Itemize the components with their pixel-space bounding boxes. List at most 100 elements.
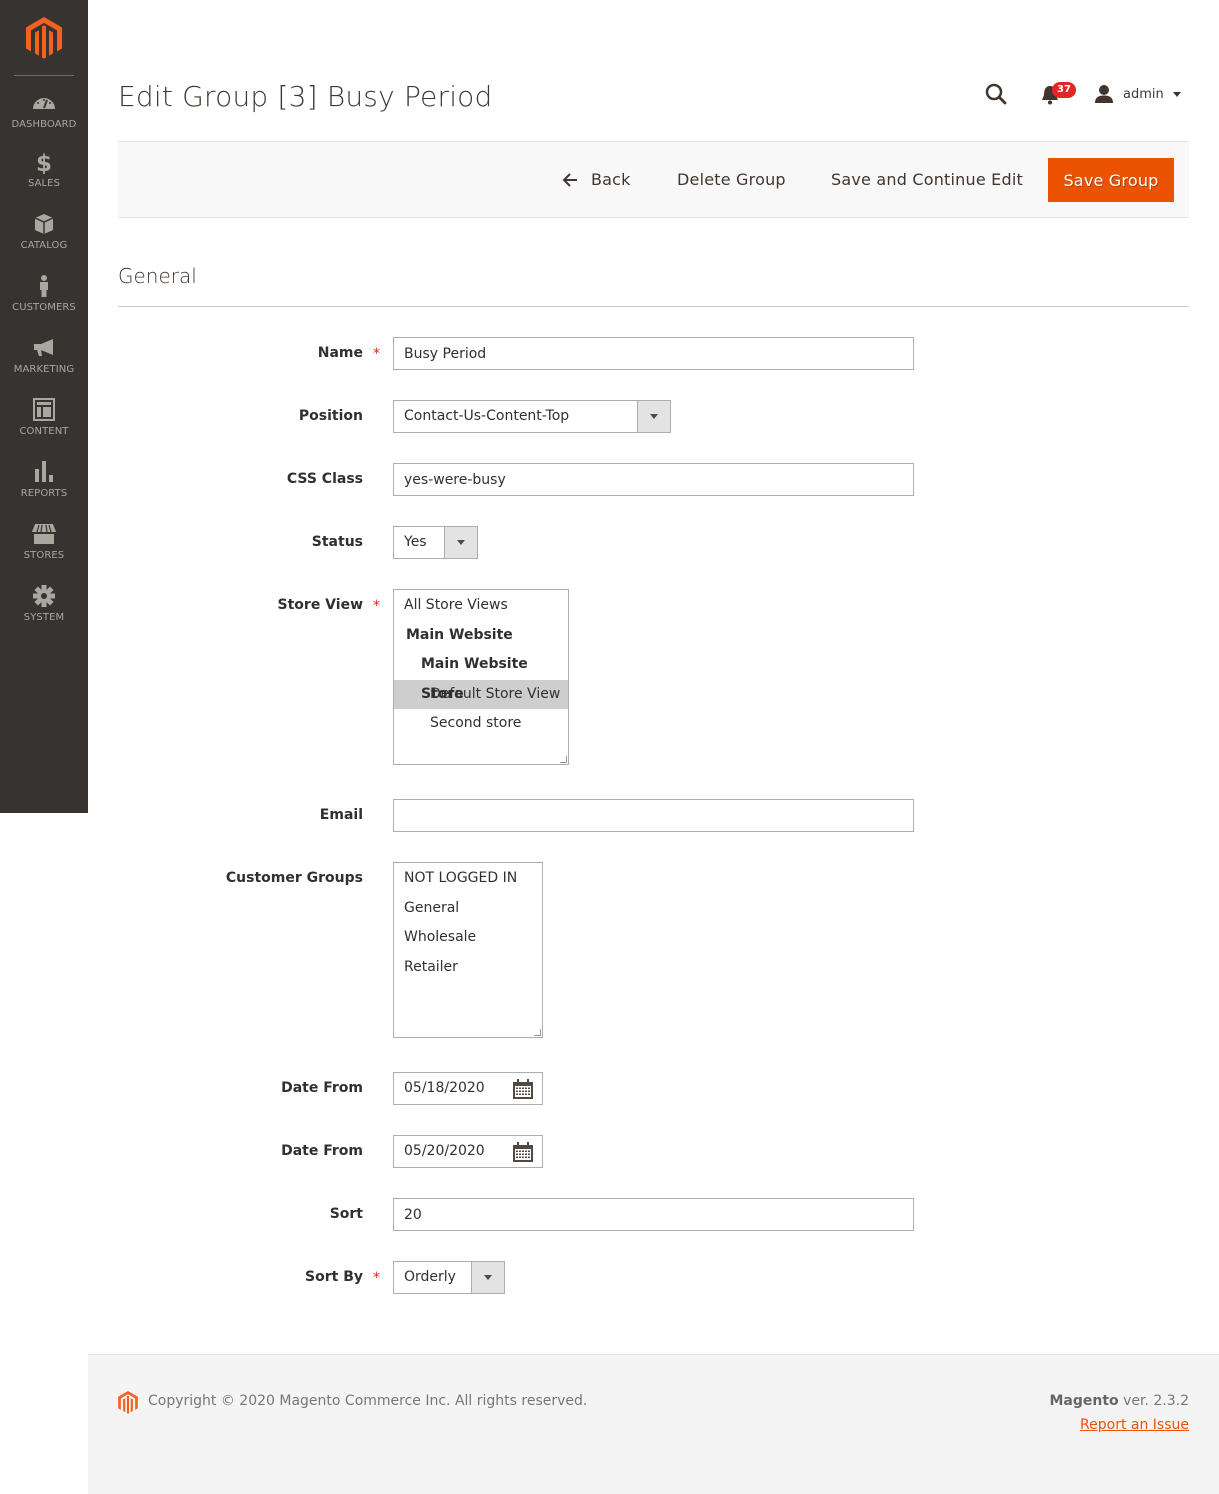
- calendar-icon[interactable]: [512, 1078, 534, 1100]
- box-icon: [34, 214, 54, 234]
- page-actions-bar: Back Delete Group Save and Continue Edit…: [118, 141, 1189, 218]
- customer-groups-label: Customer Groups: [225, 870, 363, 886]
- back-button-label: Back: [591, 170, 631, 189]
- resize-handle[interactable]: [534, 1029, 541, 1036]
- version-info: Magento ver. 2.3.2: [1049, 1393, 1189, 1409]
- position-label: Position: [298, 408, 363, 424]
- css-class-input[interactable]: [393, 463, 914, 496]
- magento-logo-icon[interactable]: [26, 17, 62, 59]
- sidebar-item-stores[interactable]: STORES: [0, 522, 88, 580]
- dashboard-icon: [33, 98, 55, 109]
- bar-chart-icon: [35, 461, 53, 482]
- sidebar-item-label: STORES: [23, 550, 65, 561]
- required-indicator: *: [373, 1270, 380, 1286]
- customer-group-option[interactable]: Wholesale: [394, 923, 542, 953]
- notifications-count-badge[interactable]: 37: [1052, 82, 1076, 98]
- customer-group-option[interactable]: Retailer: [394, 953, 542, 983]
- chevron-down-icon: [444, 527, 477, 558]
- magento-logo-icon: [118, 1391, 138, 1414]
- required-indicator: *: [373, 598, 380, 614]
- search-icon[interactable]: [984, 82, 1008, 106]
- arrow-left-icon: [562, 173, 577, 187]
- email-label: Email: [319, 807, 363, 823]
- date-to-label: Date From: [281, 1143, 363, 1159]
- date-to-value: 05/20/2020: [404, 1143, 485, 1159]
- date-from-value: 05/18/2020: [404, 1080, 485, 1096]
- user-name: admin: [1123, 86, 1164, 102]
- sidebar-item-customers[interactable]: CUSTOMERS: [0, 274, 88, 332]
- sidebar-item-label: CUSTOMERS: [12, 302, 76, 313]
- customer-groups-multiselect[interactable]: NOT LOGGED IN General Wholesale Retailer: [393, 862, 543, 1038]
- sort-input[interactable]: [393, 1198, 914, 1231]
- name-input[interactable]: [393, 337, 914, 370]
- page-title: Edit Group [3] Busy Period: [118, 80, 493, 113]
- sidebar-item-label: REPORTS: [20, 488, 68, 499]
- sidebar-item-catalog[interactable]: CATALOG: [0, 212, 88, 270]
- report-issue-link[interactable]: Report an Issue: [1080, 1417, 1189, 1433]
- sidebar-item-label: MARKETING: [13, 364, 75, 375]
- sidebar-item-marketing[interactable]: MARKETING: [0, 336, 88, 394]
- position-select-value: Contact-Us-Content-Top: [404, 408, 570, 424]
- date-to-input[interactable]: 05/20/2020: [393, 1135, 543, 1168]
- customer-group-option[interactable]: NOT LOGGED IN: [394, 864, 542, 894]
- sidebar-divider: [14, 75, 74, 76]
- sidebar-item-label: CONTENT: [19, 426, 69, 437]
- sidebar-item-reports[interactable]: REPORTS: [0, 460, 88, 518]
- page-footer: Copyright © 2020 Magento Commerce Inc. A…: [88, 1354, 1219, 1494]
- email-input[interactable]: [393, 799, 914, 832]
- sidebar-item-sales[interactable]: $ SALES: [0, 150, 88, 208]
- dollar-icon: $: [36, 151, 52, 174]
- store-view-option[interactable]: Main Website Store: [394, 650, 568, 702]
- sort-label: Sort: [329, 1206, 363, 1222]
- calendar-icon[interactable]: [512, 1141, 534, 1163]
- layout-icon: [33, 398, 55, 421]
- sort-by-select-value: Orderly: [404, 1269, 456, 1285]
- user-icon: [1095, 85, 1113, 103]
- section-title: General: [118, 264, 197, 288]
- required-indicator: *: [373, 346, 380, 362]
- chevron-down-icon: [1172, 91, 1181, 97]
- sidebar-item-content[interactable]: CONTENT: [0, 398, 88, 456]
- back-button[interactable]: Back: [562, 158, 631, 202]
- storefront-icon: [32, 524, 56, 544]
- sidebar-item-label: SYSTEM: [23, 612, 65, 623]
- store-view-option[interactable]: Second store: [394, 709, 568, 739]
- customer-group-option[interactable]: General: [394, 894, 542, 924]
- user-account-menu[interactable]: admin: [1094, 82, 1181, 106]
- store-view-option[interactable]: All Store Views: [394, 591, 568, 621]
- status-select-value: Yes: [404, 534, 427, 550]
- name-label: Name: [317, 345, 363, 361]
- position-select[interactable]: Contact-Us-Content-Top: [393, 400, 671, 433]
- save-group-button[interactable]: Save Group: [1048, 158, 1174, 202]
- store-view-label: Store View: [277, 597, 363, 613]
- resize-handle[interactable]: [560, 756, 567, 763]
- gear-icon: [33, 585, 55, 607]
- section-divider: [118, 306, 1189, 307]
- page: DASHBOARD $ SALES CATALOG CUSTOMERS MARK…: [0, 0, 1219, 1494]
- chevron-down-icon: [637, 401, 670, 432]
- store-view-multiselect[interactable]: All Store Views Main Website Main Websit…: [393, 589, 569, 765]
- megaphone-icon: [34, 339, 53, 356]
- delete-group-button[interactable]: Delete Group: [677, 158, 786, 202]
- date-from-input[interactable]: 05/18/2020: [393, 1072, 543, 1105]
- sort-by-select[interactable]: Orderly: [393, 1261, 505, 1294]
- admin-sidebar: DASHBOARD $ SALES CATALOG CUSTOMERS MARK…: [0, 0, 88, 813]
- date-from-label: Date From: [281, 1080, 363, 1096]
- sidebar-item-label: SALES: [27, 178, 61, 189]
- status-label: Status: [311, 534, 363, 550]
- sidebar-item-label: CATALOG: [20, 240, 68, 251]
- svg-text:$: $: [36, 151, 52, 174]
- sidebar-item-label: DASHBOARD: [11, 119, 77, 130]
- copyright-text: Copyright © 2020 Magento Commerce Inc. A…: [148, 1393, 588, 1409]
- sort-by-label: Sort By: [305, 1269, 363, 1285]
- sidebar-item-dashboard[interactable]: DASHBOARD: [0, 91, 88, 149]
- save-and-continue-button[interactable]: Save and Continue Edit: [831, 158, 1023, 202]
- css-class-label: CSS Class: [286, 471, 363, 487]
- store-view-option[interactable]: Main Website: [394, 621, 568, 651]
- chevron-down-icon: [471, 1262, 504, 1293]
- sidebar-item-system[interactable]: SYSTEM: [0, 584, 88, 642]
- status-select[interactable]: Yes: [393, 526, 478, 559]
- person-icon: [40, 275, 48, 297]
- brand-name: Magento: [1049, 1393, 1119, 1409]
- version-text: ver. 2.3.2: [1118, 1393, 1189, 1409]
